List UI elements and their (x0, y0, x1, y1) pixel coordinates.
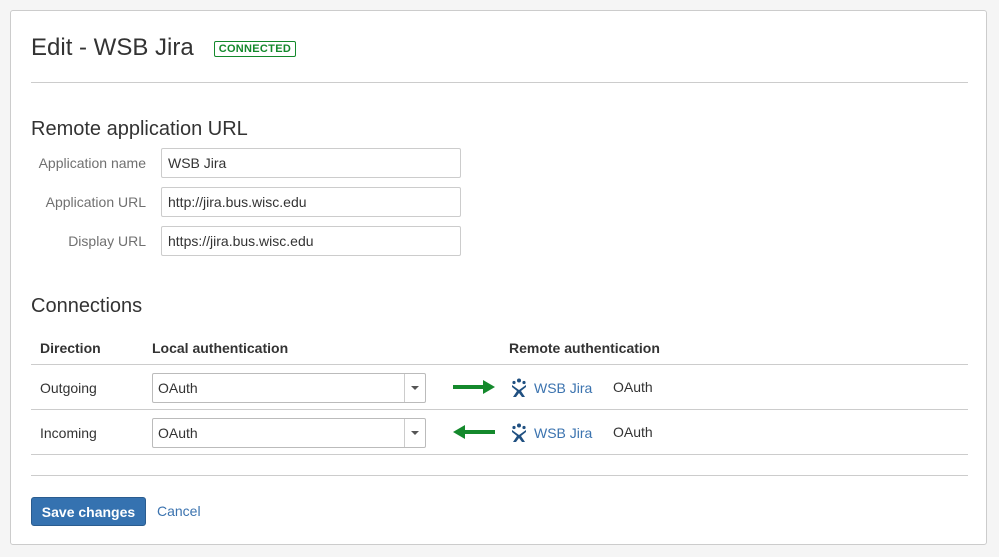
display-url-label: Display URL (68, 233, 146, 249)
application-url-row: Application URL (31, 187, 481, 217)
arrow-right-icon (453, 380, 495, 394)
save-changes-button[interactable]: Save changes (31, 497, 146, 526)
cancel-link[interactable]: Cancel (157, 503, 201, 519)
arrow-left-icon (453, 425, 495, 439)
outgoing-remote-app-link[interactable]: WSB Jira (511, 378, 592, 398)
incoming-remote-app-name: WSB Jira (534, 425, 593, 441)
page-title: Edit - WSB Jira (31, 34, 194, 61)
outgoing-direction: Outgoing (40, 380, 97, 396)
application-url-label: Application URL (45, 194, 146, 210)
application-name-row: Application name (31, 148, 481, 178)
chevron-down-icon (404, 419, 425, 447)
header-divider (31, 82, 968, 83)
outgoing-local-auth-value: OAuth (158, 380, 198, 396)
jira-icon (512, 378, 526, 397)
remote-application-section-title: Remote application URL (31, 118, 248, 140)
page-header: Edit - WSB Jira CONNECTED (31, 34, 297, 62)
outgoing-remote-app-name: WSB Jira (534, 380, 593, 396)
incoming-remote-app-link[interactable]: WSB Jira (511, 423, 592, 443)
direction-column-header: Direction (40, 340, 101, 356)
jira-icon (512, 423, 526, 442)
outgoing-remote-auth: OAuth (613, 379, 653, 395)
incoming-local-auth-value: OAuth (158, 425, 198, 441)
connections-section-title: Connections (31, 295, 143, 317)
display-url-row: Display URL (31, 226, 481, 256)
table-bottom-divider (31, 454, 968, 455)
local-auth-column-header: Local authentication (152, 340, 289, 356)
outgoing-local-auth-select[interactable]: OAuth (152, 373, 426, 403)
incoming-direction: Incoming (40, 425, 97, 441)
chevron-down-icon (404, 374, 425, 402)
display-url-input[interactable] (161, 226, 461, 256)
application-name-input[interactable] (161, 148, 461, 178)
status-badge: CONNECTED (213, 41, 297, 57)
application-url-input[interactable] (161, 187, 461, 217)
remote-auth-column-header: Remote authentication (509, 340, 660, 356)
table-row-divider (31, 409, 968, 410)
footer-divider (31, 475, 968, 476)
edit-application-panel: Edit - WSB Jira CONNECTED Remote applica… (10, 10, 987, 545)
application-name-label: Application name (38, 155, 146, 171)
table-header-divider (31, 364, 968, 365)
incoming-local-auth-select[interactable]: OAuth (152, 418, 426, 448)
incoming-remote-auth: OAuth (613, 424, 653, 440)
